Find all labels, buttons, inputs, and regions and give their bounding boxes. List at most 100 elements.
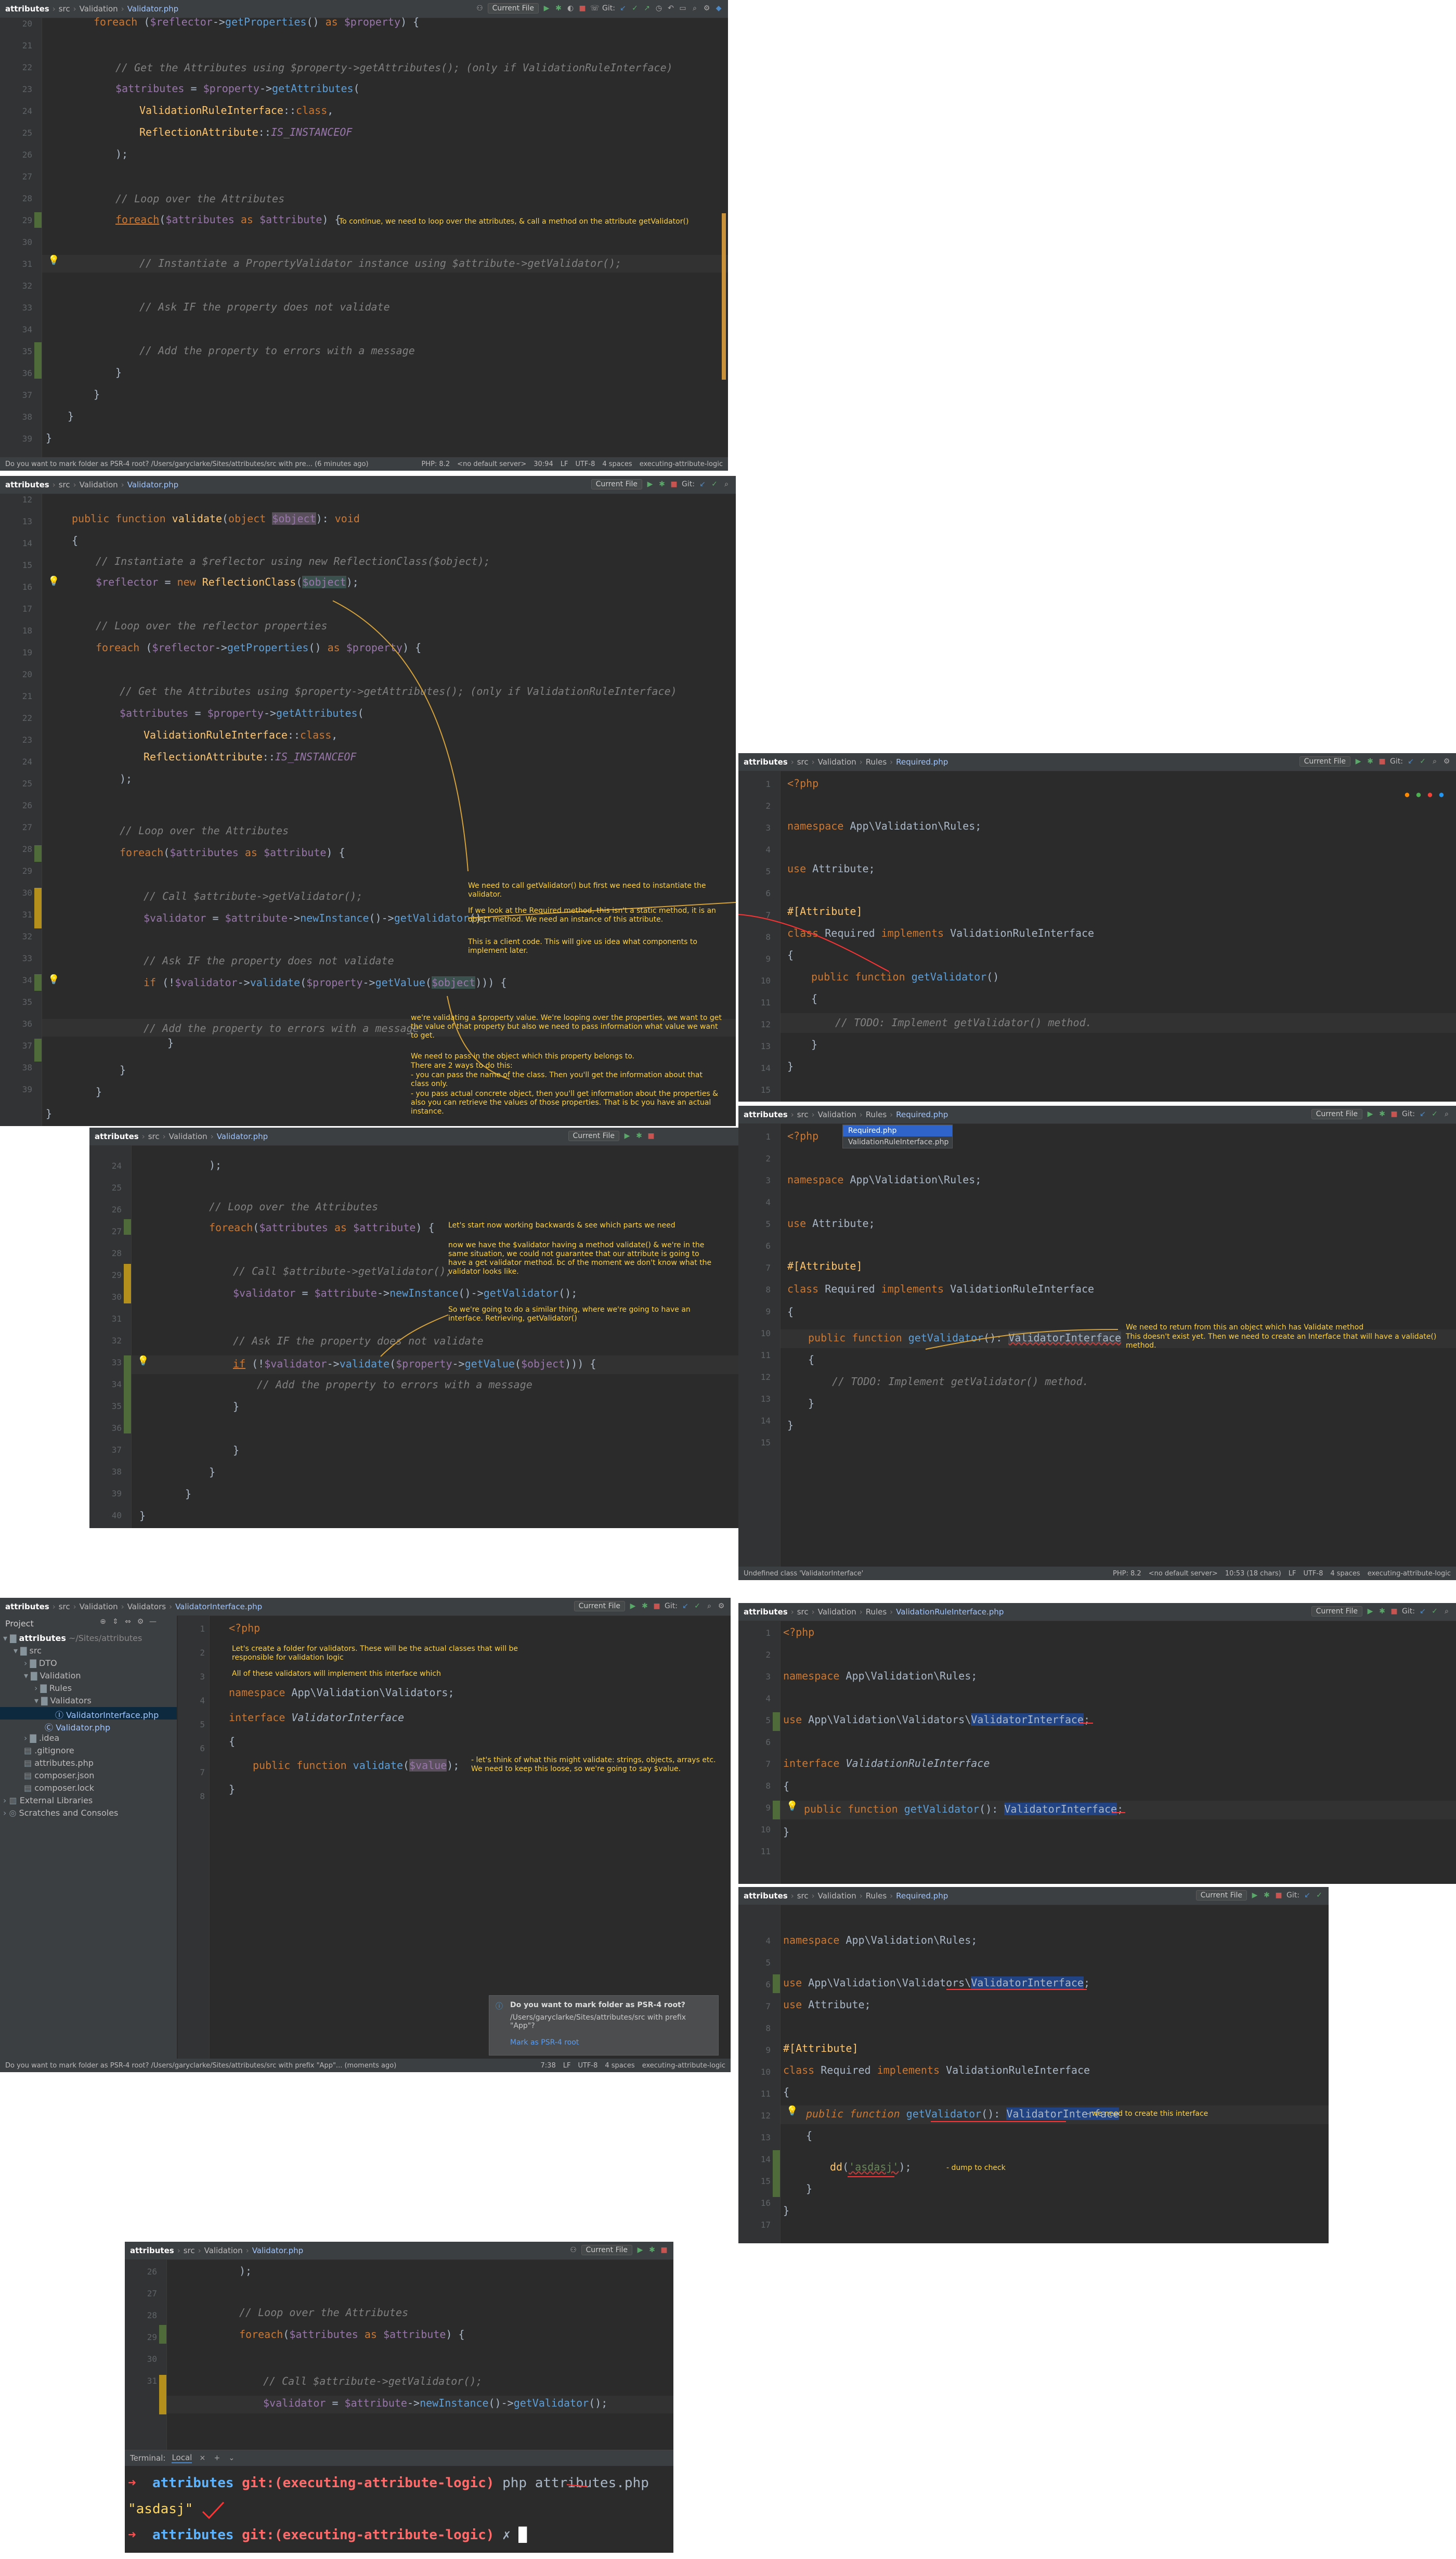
listen-icon[interactable]: ☏ (590, 4, 600, 12)
breadcrumb-validators[interactable]: Validators (127, 1602, 166, 1611)
lightbulb-icon[interactable]: 💡 (786, 1801, 798, 1812)
history-icon[interactable]: ◷ (655, 4, 663, 12)
breadcrumb-validation[interactable]: Validation (80, 4, 118, 14)
tree-item-scratches[interactable]: › ◎ Scratches and Consoles (3, 1808, 118, 1818)
tree-item-rules[interactable]: › ▇ Rules (34, 1683, 72, 1693)
tree-item-root[interactable]: ▾ ▇ attributes ~/Sites/attributes (3, 1633, 142, 1643)
status-branch[interactable]: executing-attribute-logic (640, 460, 723, 468)
run-config-select[interactable]: Current File (1195, 1890, 1247, 1901)
status-encoding[interactable]: UTF-8 (578, 2062, 597, 2070)
status-lf[interactable]: LF (1289, 1570, 1296, 1578)
status-encoding[interactable]: UTF-8 (575, 460, 595, 468)
breadcrumb-file[interactable]: Validator.php (252, 2246, 304, 2255)
tree-item-validators[interactable]: ▾ ▇ Validators (34, 1696, 92, 1705)
coverage-icon[interactable]: ◐ (566, 4, 575, 12)
breadcrumb-rules[interactable]: Rules (866, 1891, 887, 1901)
status-message[interactable]: Do you want to mark folder as PSR-4 root… (5, 2062, 396, 2070)
tree-item-attributes-php[interactable]: ▤ attributes.php (24, 1758, 94, 1768)
stop-icon[interactable]: ■ (653, 1602, 661, 1610)
status-message[interactable]: Undefined class 'ValidatorInterface' (744, 1570, 863, 1578)
status-lf[interactable]: LF (563, 2062, 571, 2070)
tree-item-src[interactable]: ▾ ▇ src (14, 1646, 42, 1656)
tree-item-composer-lock[interactable]: ▤ composer.lock (24, 1783, 94, 1793)
settings-icon[interactable]: ⚙ (717, 1602, 725, 1610)
tree-item-idea[interactable]: › ▇ .idea (24, 1733, 59, 1743)
breadcrumb-project[interactable]: attributes (5, 1602, 49, 1611)
git-update-icon[interactable]: ↙ (1419, 1607, 1427, 1615)
status-position[interactable]: 7:38 (541, 2062, 556, 2070)
settings-icon[interactable]: ⚙ (703, 4, 711, 12)
breadcrumb-file[interactable]: ValidationRuleInterface.php (896, 1607, 1004, 1617)
status-php[interactable]: PHP: 8.2 (421, 460, 450, 468)
run-icon[interactable]: ▶ (1251, 1891, 1259, 1899)
stop-icon[interactable]: ■ (1275, 1891, 1283, 1899)
debug-icon[interactable]: ✱ (1263, 1891, 1271, 1899)
status-position[interactable]: 10:53 (18 chars) (1225, 1570, 1281, 1578)
tree-item-validation[interactable]: ▾ ▇ Validation (24, 1671, 81, 1681)
breadcrumb-src[interactable]: src (797, 1607, 809, 1617)
mark-psr4-root-link[interactable]: Mark as PSR-4 root (510, 2038, 579, 2047)
run-icon[interactable]: ▶ (636, 2246, 644, 2254)
status-branch[interactable]: executing-attribute-logic (1368, 1570, 1451, 1578)
lightbulb-icon[interactable]: 💡 (48, 255, 59, 266)
status-indent[interactable]: 4 spaces (1330, 1570, 1360, 1578)
debug-icon[interactable]: ✱ (641, 1602, 649, 1610)
breadcrumb-project[interactable]: attributes (744, 1891, 788, 1901)
breadcrumb-project[interactable]: attributes (5, 4, 49, 14)
debug-icon[interactable]: ✱ (648, 2246, 656, 2254)
run-config-select[interactable]: Current File (1311, 1606, 1363, 1617)
debug-icon[interactable]: ✱ (554, 4, 563, 12)
tree-item-gitignore[interactable]: ▤ .gitignore (24, 1746, 74, 1755)
breadcrumb-project[interactable]: attributes (744, 1607, 788, 1617)
run-config-select[interactable]: Current File (487, 3, 539, 14)
breadcrumb-validation[interactable]: Validation (204, 2246, 243, 2255)
breadcrumb-validation[interactable]: Validation (818, 1891, 856, 1901)
plugin-icon[interactable]: ◆ (714, 4, 723, 12)
git-update-icon[interactable]: ↙ (681, 1602, 690, 1610)
tree-item-validator-interface[interactable]: Ⓘ ValidatorInterface.php (55, 1708, 159, 1721)
git-push-icon[interactable]: ↗ (643, 4, 651, 12)
user-icon[interactable]: ⚇ (476, 4, 484, 12)
git-update-icon[interactable]: ↙ (619, 4, 627, 12)
status-lf[interactable]: LF (561, 460, 568, 468)
search-icon[interactable]: ⌕ (705, 1602, 713, 1610)
breadcrumb-src[interactable]: src (59, 4, 70, 14)
run-icon[interactable]: ▶ (629, 1602, 637, 1610)
breadcrumb-validation[interactable]: Validation (80, 1602, 118, 1611)
search-icon[interactable]: ⌕ (1442, 1607, 1451, 1615)
breadcrumb-file[interactable]: Validator.php (127, 4, 179, 14)
breadcrumb-file[interactable]: ValidatorInterface.php (175, 1602, 262, 1611)
git-commit-icon[interactable]: ✓ (631, 4, 639, 12)
breadcrumb-rules[interactable]: Rules (866, 1607, 887, 1617)
git-commit-icon[interactable]: ✓ (693, 1602, 701, 1610)
git-commit-icon[interactable]: ✓ (1431, 1607, 1439, 1615)
status-branch[interactable]: executing-attribute-logic (642, 2062, 725, 2070)
rollback-icon[interactable]: ↶ (667, 4, 675, 12)
stop-icon[interactable]: ■ (578, 4, 587, 12)
collapse-icon[interactable]: ⇔ (124, 1618, 132, 1626)
search-icon[interactable]: ⌕ (691, 4, 699, 12)
run-icon[interactable]: ▶ (542, 4, 551, 12)
status-php[interactable]: PHP: 8.2 (1113, 1570, 1141, 1578)
breadcrumb-src[interactable]: src (59, 1602, 70, 1611)
project-title[interactable]: Project (5, 1619, 34, 1629)
git-update-icon[interactable]: ↙ (1303, 1891, 1311, 1899)
status-encoding[interactable]: UTF-8 (1303, 1570, 1323, 1578)
debug-icon[interactable]: ✱ (1378, 1607, 1386, 1615)
lightbulb-icon[interactable]: 💡 (786, 2105, 798, 2116)
tree-item-dto[interactable]: › ▇ DTO (24, 1658, 57, 1668)
status-indent[interactable]: 4 spaces (605, 2062, 634, 2070)
run-icon[interactable]: ▶ (1366, 1607, 1374, 1615)
run-config-select[interactable]: Current File (581, 2245, 632, 2255)
breadcrumb-project[interactable]: attributes (130, 2246, 174, 2255)
stop-icon[interactable]: ■ (1390, 1607, 1398, 1615)
gear-icon[interactable]: ⚙ (136, 1618, 145, 1626)
locate-icon[interactable]: ⊕ (99, 1618, 107, 1626)
expand-icon[interactable]: ⇕ (111, 1618, 120, 1626)
tree-item-composer-json[interactable]: ▤ composer.json (24, 1770, 94, 1780)
user-icon[interactable]: ⚇ (569, 2246, 578, 2254)
status-indent[interactable]: 4 spaces (602, 460, 632, 468)
status-server[interactable]: <no default server> (457, 460, 526, 468)
stop-icon[interactable]: ■ (660, 2246, 668, 2254)
tree-item-validator[interactable]: Ⓒ Validator.php (45, 1721, 110, 1733)
